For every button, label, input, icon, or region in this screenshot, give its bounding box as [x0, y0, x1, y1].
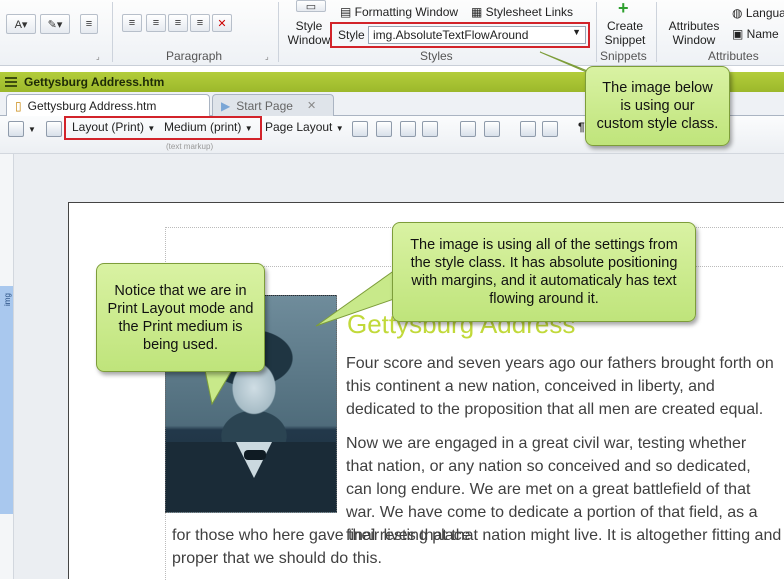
paragraph-2-continued[interactable]: for those who here gave their lives that… — [172, 524, 782, 570]
style-label: Style — [338, 28, 365, 42]
layout-medium-highlight: Layout (Print) ▼ Medium (print) ▼ — [64, 116, 262, 140]
insert-table-icon[interactable] — [422, 121, 438, 137]
style-dropdown[interactable]: img.AbsoluteTextFlowAround ▼ — [368, 26, 586, 44]
callout-print-mode: Notice that we are in Print Layout mode … — [96, 263, 265, 372]
document-icon: ▯ — [15, 98, 22, 113]
insert-picture-icon[interactable] — [400, 121, 416, 137]
chevron-down-icon: ▼ — [244, 124, 253, 133]
insert-text-icon[interactable] — [484, 121, 500, 137]
align-right-button[interactable]: ≡ — [168, 14, 188, 32]
tab-label: Start Page — [236, 98, 293, 113]
style-window-icon[interactable]: ▭ — [296, 0, 326, 13]
align-center-button[interactable]: ≡ — [146, 14, 166, 32]
tag-icon: ▣ — [732, 27, 747, 41]
formatting-window-button[interactable]: ▤ Formatting Window — [340, 5, 458, 19]
tab-gettysburg-address[interactable]: ▯ Gettysburg Address.htm — [6, 94, 210, 116]
insert-field-icon[interactable] — [520, 121, 536, 137]
paragraph-group-label: Paragraph — [166, 49, 223, 63]
tab-start-page[interactable]: ▶ Start Page ✕ — [212, 94, 334, 116]
insert-variable-icon[interactable] — [460, 121, 476, 137]
language-button[interactable]: ◍ Langua — [732, 6, 784, 20]
document-title: Gettysburg Address.htm — [24, 75, 165, 89]
chevron-down-icon: ▼ — [147, 124, 156, 133]
highlight-color-button[interactable]: ✎▾ — [40, 14, 70, 34]
paragraph-1[interactable]: Four score and seven years ago our fathe… — [346, 352, 776, 421]
insert-snippet-icon[interactable] — [542, 121, 558, 137]
tab-label: Gettysburg Address.htm — [27, 98, 157, 113]
paragraph-launcher-icon[interactable]: ⌟ — [265, 52, 269, 61]
font-more-button[interactable]: ≡ — [80, 14, 98, 34]
callout-style-class: The image below is using our custom styl… — [585, 66, 730, 146]
chevron-down-icon: ▼ — [335, 124, 344, 133]
text-markup-hint: (text markup) — [166, 142, 214, 151]
font-color-button[interactable]: A▾ — [6, 14, 36, 34]
style-window-button[interactable]: Style Window — [287, 19, 331, 47]
attributes-group-label: Attributes — [708, 49, 759, 63]
style-dropdown-value: img.AbsoluteTextFlowAround — [373, 28, 529, 42]
create-snippet-icon: + — [618, 0, 629, 18]
insert-link-icon[interactable] — [376, 121, 392, 137]
close-icon[interactable]: ✕ — [307, 99, 316, 112]
layout-dropdown[interactable]: Layout (Print) ▼ — [72, 120, 155, 134]
globe-icon: ◍ — [732, 6, 746, 20]
name-button[interactable]: ▣ Name — [732, 27, 779, 41]
page-layout-dropdown[interactable]: Page Layout ▼ — [265, 120, 344, 134]
spellcheck-icon[interactable] — [46, 121, 62, 137]
callout-style-settings: The image is using all of the settings f… — [392, 222, 696, 322]
chevron-down-icon: ▼ — [572, 27, 581, 37]
snippets-group-label: Snippets — [600, 49, 647, 63]
medium-dropdown[interactable]: Medium (print) ▼ — [164, 120, 253, 134]
align-left-button[interactable]: ≡ — [122, 14, 142, 32]
zoom-icon[interactable] — [8, 121, 24, 137]
left-structure-bar: img — [0, 154, 14, 579]
attributes-window-button[interactable]: Attributes Window — [664, 19, 724, 47]
clear-alignment-button[interactable]: ✕ — [212, 14, 232, 32]
zoom-dropdown-icon[interactable]: ▼ — [28, 125, 36, 134]
show-marks-icon[interactable]: ¶ — [578, 120, 585, 134]
img-structure-tag[interactable]: img — [0, 286, 13, 514]
font-launcher-icon[interactable]: ⌟ — [96, 52, 100, 61]
create-snippet-button[interactable]: Create Snippet — [600, 19, 650, 47]
grip-icon[interactable] — [5, 77, 17, 87]
stylesheet-links-button[interactable]: ▦ Stylesheet Links — [471, 5, 573, 19]
formatting-window-icon: ▤ — [340, 5, 355, 19]
ribbon: A▾ ✎▾ ≡ ⌟ ≡ ≡ ≡ ≡ ✕ Paragraph ⌟ ▭ Style … — [0, 0, 784, 66]
style-selector-highlight: Style img.AbsoluteTextFlowAround ▼ — [330, 22, 590, 48]
justify-button[interactable]: ≡ — [190, 14, 210, 32]
insert-image-icon[interactable] — [352, 121, 368, 137]
start-page-icon: ▶ — [221, 98, 231, 113]
stylesheet-links-icon: ▦ — [471, 5, 486, 19]
styles-group-label: Styles — [420, 49, 453, 63]
